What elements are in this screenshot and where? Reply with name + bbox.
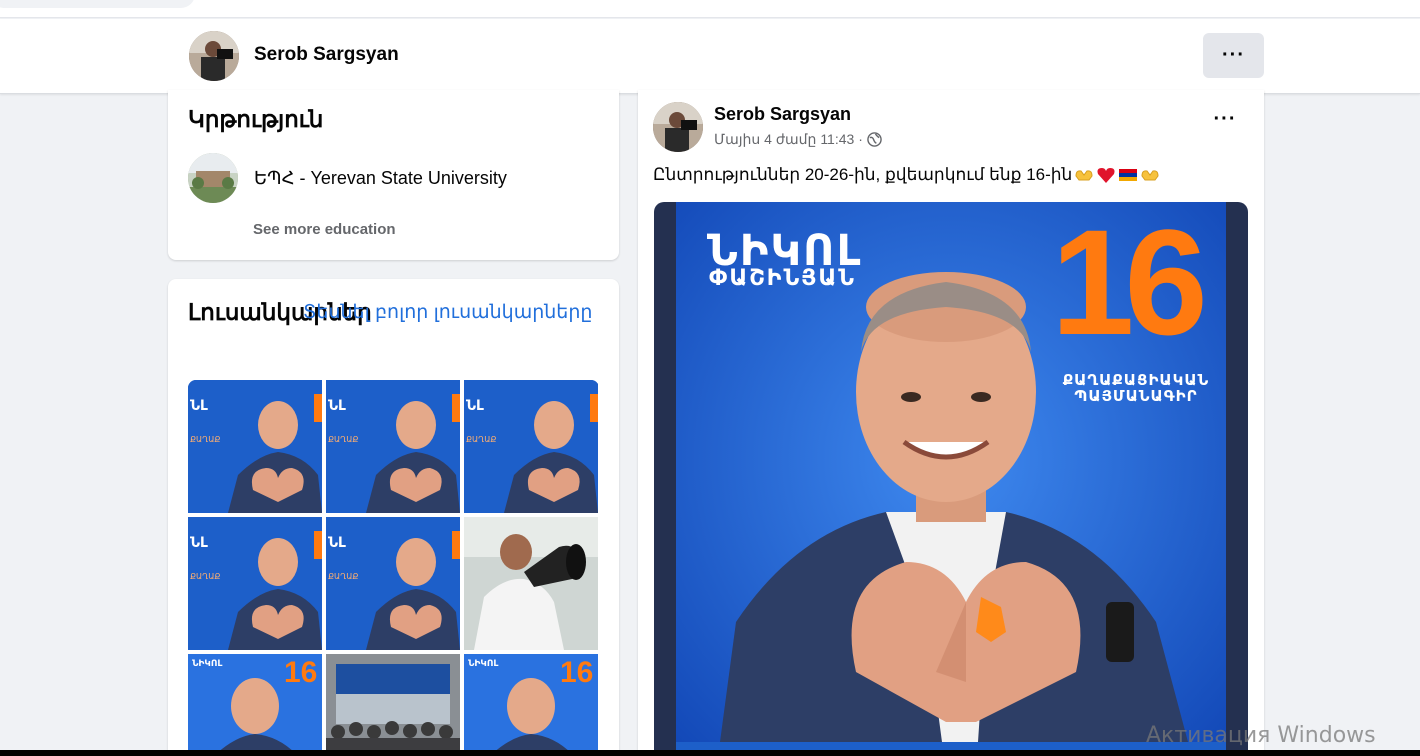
photos-card: Լուսանկարներ Տեսնել բոլոր լուսանկարները … bbox=[168, 279, 619, 756]
see-more-education-link[interactable]: See more education bbox=[253, 221, 396, 238]
post-meta: Մայիս 4 ժամը 11:43 · bbox=[714, 131, 882, 148]
post-options-button[interactable]: ··· bbox=[1205, 108, 1245, 138]
svg-text:ՆԻԿՈԼ: ՆԻԿՈԼ bbox=[192, 659, 222, 669]
campaign-poster: ՆԻԿՈԼ ՓԱՇԻՆՅԱՆ 16 ՔԱՂԱՔԱՑԻԱԿԱՆ ՊԱՅՄԱՆԱԳԻ… bbox=[676, 202, 1226, 756]
armenia-flag-icon bbox=[1118, 166, 1138, 184]
svg-text:ՆԼ: ՆԼ bbox=[190, 535, 208, 551]
screen-bottom-edge bbox=[0, 750, 1420, 756]
photo-thumbnail[interactable]: ՆԼ ՔԱՂԱՔ bbox=[188, 517, 322, 650]
photo-thumbnail[interactable]: ՆԻԿՈԼ 16 bbox=[188, 654, 322, 756]
education-title: Կրթություն bbox=[188, 106, 324, 132]
photo-thumbnail[interactable]: ՆԼ ՔԱՂԱՔ bbox=[326, 517, 460, 650]
svg-text:16: 16 bbox=[560, 656, 593, 689]
windows-activation-watermark: Активация Windows bbox=[1146, 723, 1376, 748]
svg-text:ՔԱՂԱՔ: ՔԱՂԱՔ bbox=[190, 572, 220, 581]
poster-name-line2: ՓԱՇԻՆՅԱՆ bbox=[709, 266, 856, 291]
profile-avatar[interactable] bbox=[189, 31, 239, 81]
profile-more-button[interactable]: ··· bbox=[1203, 33, 1264, 78]
photo-thumbnail[interactable] bbox=[464, 517, 598, 650]
post-text: Ընտրություններ 20-26-ին, քվեարկում ենք 1… bbox=[653, 165, 1160, 185]
poster-party-line2: ՊԱՅՄԱՆԱԳԻՐ bbox=[1074, 387, 1198, 405]
post-author-avatar[interactable] bbox=[653, 102, 703, 152]
search-pill[interactable] bbox=[0, 0, 195, 8]
photo-thumbnail[interactable]: ՆԼ ՔԱՂԱՔ bbox=[188, 380, 322, 513]
red-heart-icon bbox=[1096, 166, 1116, 184]
svg-text:ՔԱՂԱՔ: ՔԱՂԱՔ bbox=[328, 435, 358, 444]
svg-text:ՔԱՂԱՔ: ՔԱՂԱՔ bbox=[190, 435, 220, 444]
photo-thumbnail[interactable]: ՆԼ ՔԱՂԱՔ bbox=[464, 380, 598, 513]
heart-hands-icon bbox=[1074, 166, 1094, 184]
svg-text:ՆԻԿՈԼ: ՆԻԿՈԼ bbox=[468, 659, 498, 669]
post-card: Serob Sargsyan Մայիս 4 ժամը 11:43 · ··· … bbox=[638, 90, 1264, 756]
photo-thumbnail[interactable] bbox=[326, 654, 460, 756]
top-navigation-bar bbox=[0, 0, 1420, 18]
svg-text:ՆԼ: ՆԼ bbox=[190, 398, 208, 414]
svg-text:ՆԼ: ՆԼ bbox=[328, 398, 346, 414]
poster-party-line1: ՔԱՂԱՔԱՑԻԱԿԱՆ bbox=[1062, 371, 1210, 389]
svg-text:ՔԱՂԱՔ: ՔԱՂԱՔ bbox=[466, 435, 496, 444]
photo-thumbnail[interactable]: ՆԻԿՈԼ 16 bbox=[464, 654, 598, 756]
profile-header-bar: Serob Sargsyan ··· bbox=[0, 19, 1420, 94]
post-timestamp[interactable]: Մայիս 4 ժամը 11:43 · bbox=[714, 131, 863, 148]
svg-text:16: 16 bbox=[284, 656, 317, 689]
poster-number: 16 bbox=[1051, 202, 1208, 366]
svg-text:ՆԼ: ՆԼ bbox=[466, 398, 484, 414]
school-avatar[interactable] bbox=[188, 153, 238, 203]
education-card: Կրթություն ԵՊՀ - Yerevan State Universit… bbox=[168, 90, 619, 260]
post-author-name[interactable]: Serob Sargsyan bbox=[714, 104, 851, 125]
globe-icon[interactable] bbox=[867, 132, 882, 147]
photo-grid: ՆԼ ՔԱՂԱՔ ՆԼ ՔԱՂԱՔ ՆԼ ՔԱՂԱՔ ՆԼ ՔԱՂԱՔ ՆԼ ՔԱՂԱՔ ՆԻԿՈԼ… bbox=[188, 380, 599, 756]
heart-hands-icon bbox=[1140, 166, 1160, 184]
see-all-photos-link[interactable]: Տեսնել բոլոր լուսանկարները bbox=[303, 301, 592, 324]
photos-title: Լուսանկարներ bbox=[188, 299, 372, 325]
post-message: Ընտրություններ 20-26-ին, քվեարկում ենք 1… bbox=[653, 165, 1073, 184]
poster-party-name: ՔԱՂԱՔԱՑԻԱԿԱՆ ՊԱՅՄԱՆԱԳԻՐ bbox=[1046, 372, 1226, 404]
post-image[interactable]: ՆԻԿՈԼ ՓԱՇԻՆՅԱՆ 16 ՔԱՂԱՔԱՑԻԱԿԱՆ ՊԱՅՄԱՆԱԳԻ… bbox=[654, 202, 1248, 756]
photo-thumbnail[interactable]: ՆԼ ՔԱՂԱՔ bbox=[326, 380, 460, 513]
profile-name[interactable]: Serob Sargsyan bbox=[254, 44, 399, 66]
school-name-link[interactable]: ԵՊՀ - Yerevan State University bbox=[254, 168, 507, 189]
svg-text:ՆԼ: ՆԼ bbox=[328, 535, 346, 551]
svg-text:ՔԱՂԱՔ: ՔԱՂԱՔ bbox=[328, 572, 358, 581]
